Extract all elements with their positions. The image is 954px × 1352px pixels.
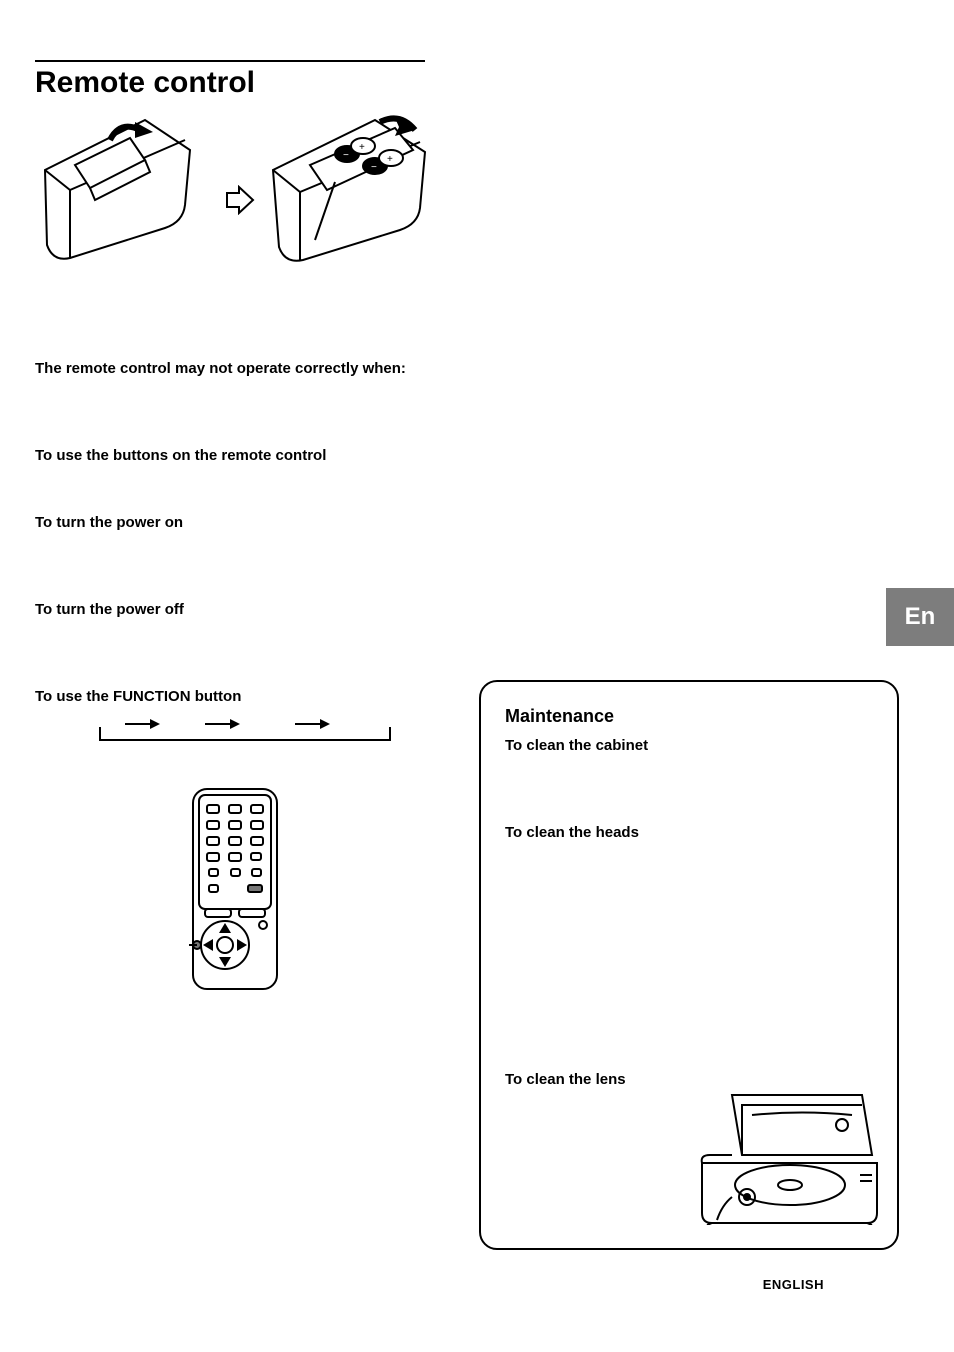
function-button-heading: To use the FUNCTION button: [35, 688, 435, 705]
arrow-right-icon: [225, 185, 255, 215]
left-column: − − + + The remote control may not opera…: [35, 130, 435, 1000]
page-title: Remote control: [35, 66, 904, 100]
remote-open-cover-icon: [35, 110, 195, 270]
cd-unit-illustration: [692, 1085, 882, 1230]
maintenance-box: Maintenance To clean the cabinet To clea…: [479, 680, 899, 1250]
svg-text:+: +: [387, 154, 393, 165]
footer-language: ENGLISH: [763, 1277, 824, 1292]
clean-heads-heading: To clean the heads: [505, 824, 873, 841]
svg-text:−: −: [371, 162, 377, 173]
power-off-heading: To turn the power off: [35, 601, 435, 618]
language-tab: En: [886, 588, 954, 646]
svg-text:−: −: [343, 150, 349, 161]
function-flow-diagram: [95, 715, 395, 745]
remote-unit-illustration: [185, 785, 435, 1000]
power-on-heading: To turn the power on: [35, 514, 435, 531]
title-rule: [35, 60, 425, 62]
remote-insert-battery-icon: − − + +: [265, 110, 435, 270]
clean-cabinet-heading: To clean the cabinet: [505, 737, 873, 754]
page: Remote control: [0, 0, 954, 1352]
maintenance-title: Maintenance: [505, 706, 873, 727]
warning-heading: The remote control may not operate corre…: [35, 360, 435, 377]
svg-text:+: +: [359, 142, 365, 153]
language-tab-label: En: [905, 603, 936, 631]
use-buttons-heading: To use the buttons on the remote control: [35, 447, 435, 464]
battery-illustration: − − + +: [35, 130, 435, 310]
